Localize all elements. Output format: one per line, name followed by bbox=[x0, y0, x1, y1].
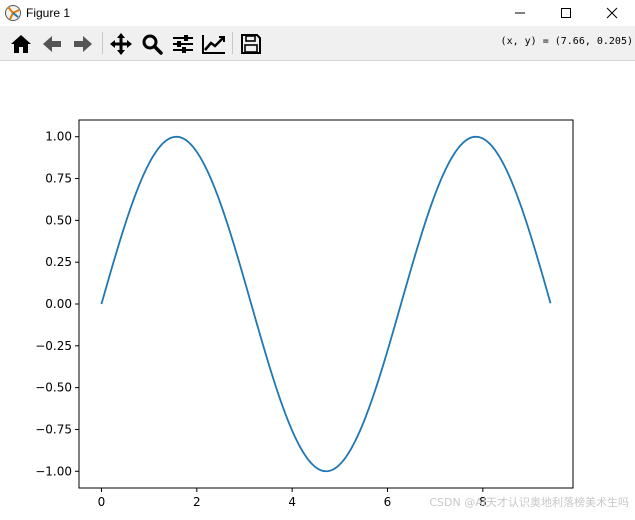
magnifier-icon bbox=[142, 34, 163, 55]
line-chart-icon bbox=[202, 35, 225, 54]
axes-frame bbox=[78, 119, 574, 489]
move-arrows-icon bbox=[110, 33, 132, 55]
y-tick-label: −0.75 bbox=[35, 422, 72, 436]
y-tick-label: −1.00 bbox=[35, 464, 72, 478]
matplotlib-figure-icon bbox=[5, 5, 21, 21]
x-tick-label: 0 bbox=[98, 495, 106, 509]
y-tick-label: −0.50 bbox=[35, 381, 72, 395]
y-tick-label: 0.75 bbox=[45, 172, 72, 186]
cursor-coordinates: (x, y) = (7.66, 0.205) bbox=[500, 36, 633, 47]
sine-plot: 0 2 4 6 8−1.00−0.75−0.50−0.250.000.250.500.7… bbox=[35, 119, 574, 509]
series-line bbox=[100, 135, 552, 473]
home-icon bbox=[11, 35, 31, 53]
window-controls bbox=[497, 0, 635, 26]
sliders-icon bbox=[173, 35, 193, 53]
back-button[interactable] bbox=[39, 31, 65, 57]
figure-canvas[interactable]: 0 2 4 6 8 −1.00 −0.75 −0.50 −0.25 0.00 0.25 0.50 0.7… bbox=[0, 61, 635, 516]
arrow-right-icon bbox=[74, 36, 92, 52]
x-tick-label: 6 bbox=[384, 495, 392, 509]
y-tick-label: −0.25 bbox=[35, 339, 72, 353]
arrow-left-icon bbox=[43, 36, 61, 52]
window-title: Figure 1 bbox=[26, 6, 71, 20]
x-tick-label: 4 bbox=[288, 495, 296, 509]
maximize-icon bbox=[561, 8, 571, 18]
window-titlebar: Figure 1 bbox=[0, 0, 635, 26]
minimize-icon bbox=[515, 12, 525, 14]
subplots-button[interactable] bbox=[170, 31, 196, 57]
close-icon bbox=[606, 7, 618, 19]
home-button[interactable] bbox=[8, 31, 34, 57]
x-tick-label: 2 bbox=[193, 495, 201, 509]
zoom-button[interactable] bbox=[139, 31, 165, 57]
toolbar-separator bbox=[232, 32, 233, 54]
y-tick-label: 0.50 bbox=[45, 213, 72, 227]
minimize-button[interactable] bbox=[497, 0, 543, 26]
edit-axes-button[interactable] bbox=[201, 31, 227, 57]
toolbar-separator bbox=[102, 32, 103, 54]
floppy-disk-icon bbox=[241, 34, 261, 54]
watermark-text: CSDN @AI天才认识奥地利落榜美术生吗 bbox=[429, 496, 629, 509]
y-tick-label: 0.00 bbox=[45, 297, 72, 311]
maximize-button[interactable] bbox=[543, 0, 589, 26]
save-button[interactable] bbox=[238, 31, 264, 57]
y-tick-label: 1.00 bbox=[45, 130, 72, 144]
y-tick-label: 0.25 bbox=[45, 255, 72, 269]
navigation-toolbar: (x, y) = (7.66, 0.205) bbox=[0, 26, 635, 61]
forward-button[interactable] bbox=[70, 31, 96, 57]
pan-button[interactable] bbox=[108, 31, 134, 57]
close-button[interactable] bbox=[589, 0, 635, 26]
